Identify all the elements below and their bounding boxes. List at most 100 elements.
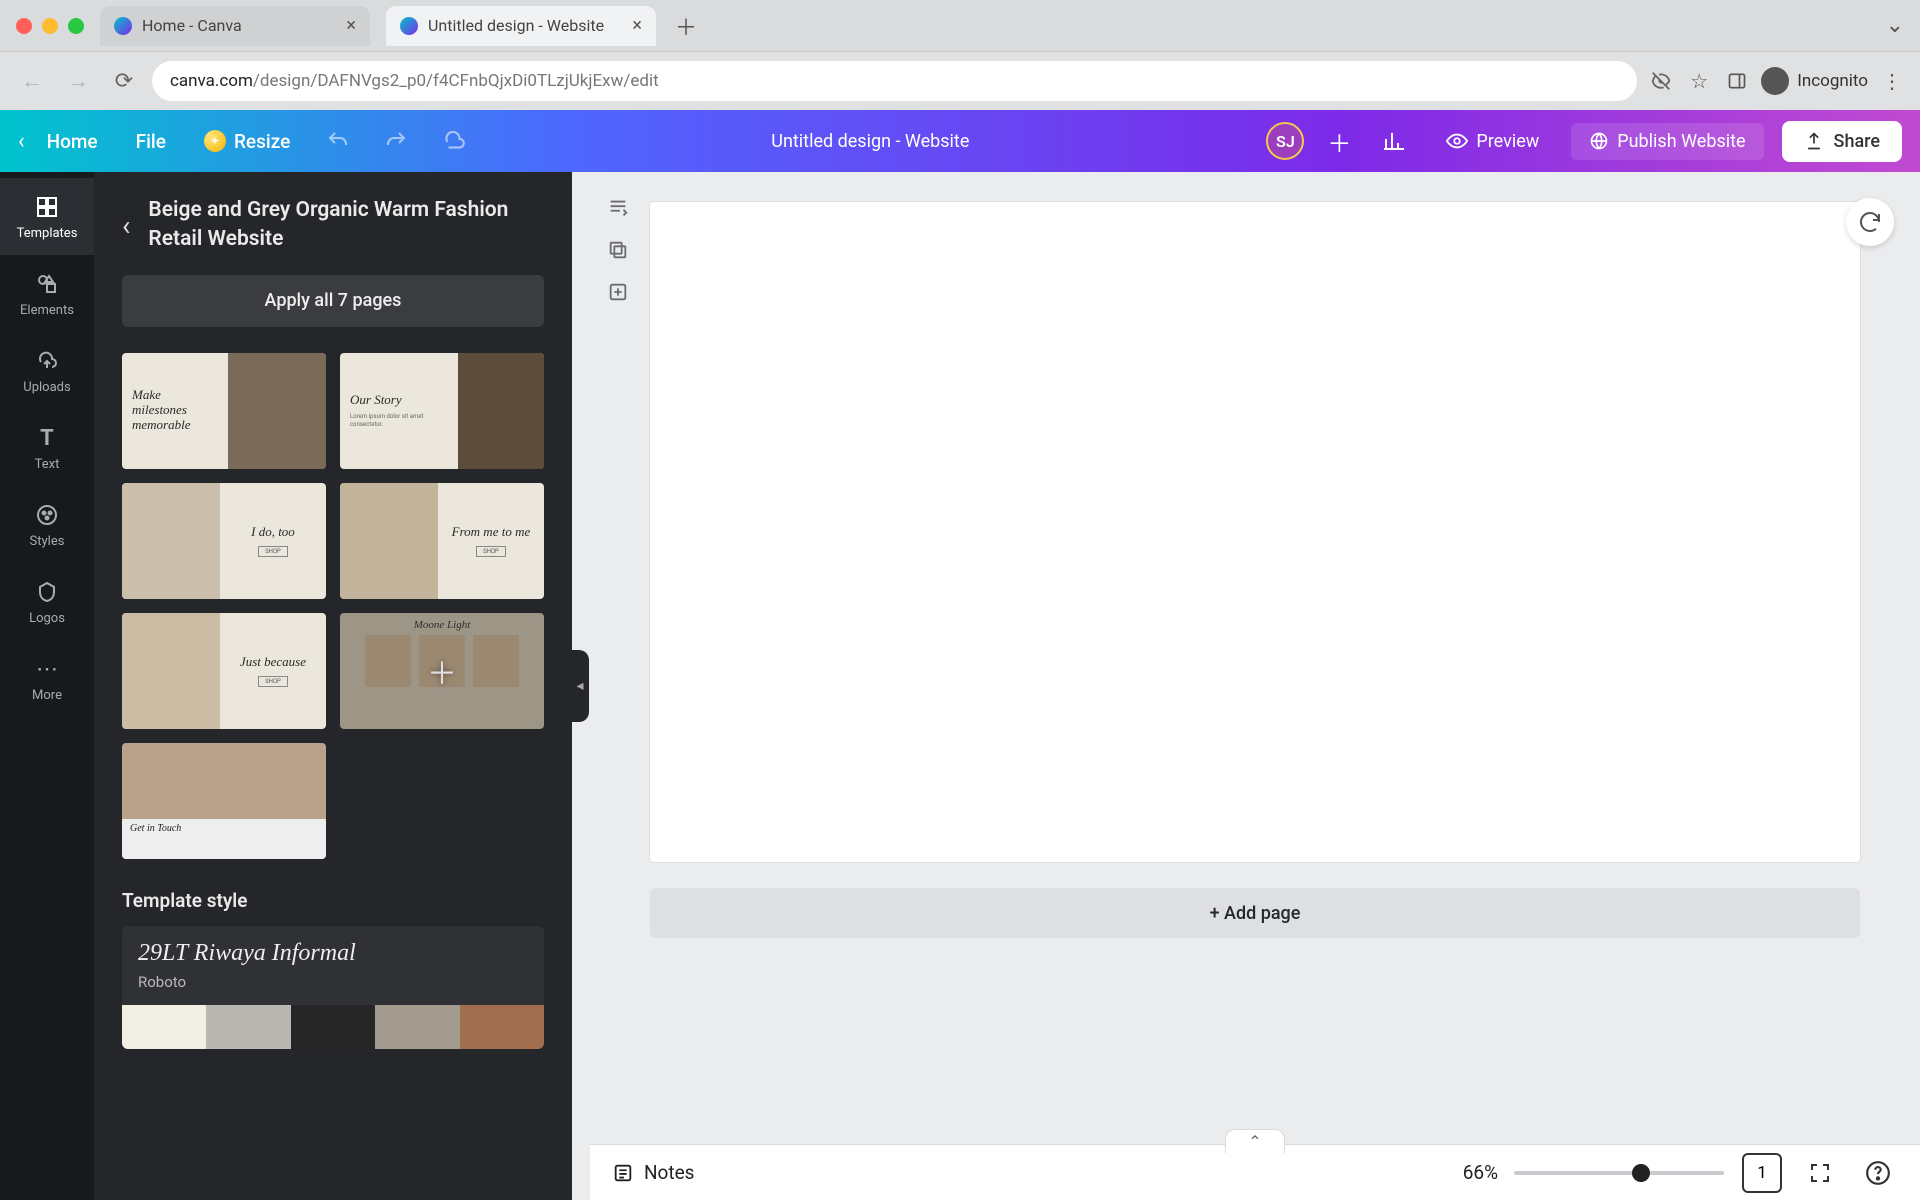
- browser-tab-title: Untitled design - Website: [428, 16, 622, 35]
- share-button[interactable]: Share: [1782, 121, 1902, 162]
- browser-tab-design[interactable]: Untitled design - Website ×: [386, 6, 656, 46]
- style-swatches: [122, 1005, 544, 1049]
- rail-text[interactable]: T Text: [0, 409, 94, 486]
- analytics-button[interactable]: [1374, 121, 1414, 161]
- thumb-caption: Our Story: [350, 393, 448, 408]
- rail-label: Text: [35, 457, 60, 472]
- pro-crown-icon: ✦: [204, 130, 226, 152]
- thumb-caption: Make milestones memorable: [132, 388, 218, 433]
- back-chevron-icon[interactable]: ‹: [18, 129, 25, 154]
- thumb-caption: Get in Touch: [130, 823, 318, 834]
- notes-button[interactable]: Notes: [612, 1161, 695, 1184]
- template-page-thumb-6[interactable]: Moone Light ＋: [340, 613, 544, 729]
- nav-back-button[interactable]: ←: [14, 63, 50, 99]
- resize-button[interactable]: ✦ Resize: [194, 122, 300, 161]
- collapse-panel-button[interactable]: ◂: [571, 650, 589, 722]
- template-page-thumb-4[interactable]: From me to me SHOP: [340, 483, 544, 599]
- publish-button[interactable]: Publish Website: [1571, 123, 1763, 160]
- add-page-button[interactable]: + Add page: [650, 888, 1860, 938]
- rail-styles[interactable]: Styles: [0, 486, 94, 563]
- thumb-caption: Just because: [230, 655, 316, 670]
- rail-label: Elements: [20, 303, 74, 318]
- cloud-sync-icon[interactable]: [434, 121, 474, 161]
- template-page-thumb-2[interactable]: Our Story Lorem ipsum dolor sit amet con…: [340, 353, 544, 469]
- home-button[interactable]: Home: [37, 122, 108, 161]
- add-page-icon[interactable]: [600, 274, 636, 310]
- browser-tab-title: Home - Canva: [142, 16, 336, 35]
- canvas-page[interactable]: [650, 202, 1860, 862]
- nav-forward-button[interactable]: →: [60, 63, 96, 99]
- notes-icon: [612, 1162, 634, 1184]
- zoom-percent[interactable]: 66%: [1463, 1161, 1498, 1184]
- eye-off-icon[interactable]: [1647, 67, 1675, 95]
- template-page-thumb-3[interactable]: I do, too SHOP: [122, 483, 326, 599]
- rail-more[interactable]: ⋯ More: [0, 640, 94, 717]
- publish-label: Publish Website: [1617, 131, 1745, 152]
- thumb-caption: I do, too: [230, 525, 316, 540]
- preview-label: Preview: [1476, 131, 1539, 152]
- template-style-heading: Template style: [122, 889, 544, 912]
- user-avatar[interactable]: SJ: [1266, 122, 1304, 160]
- bookmark-star-icon[interactable]: ☆: [1685, 67, 1713, 95]
- expand-timeline-button[interactable]: ⌃: [1225, 1129, 1285, 1153]
- rail-label: Uploads: [23, 380, 70, 395]
- apply-all-pages-button[interactable]: Apply all 7 pages: [122, 275, 544, 327]
- template-page-thumb-1[interactable]: Make milestones memorable: [122, 353, 326, 469]
- elements-icon: [34, 271, 60, 297]
- page-count-badge[interactable]: 1: [1742, 1153, 1782, 1193]
- nav-reload-button[interactable]: ⟳: [106, 63, 142, 99]
- close-icon[interactable]: ×: [632, 15, 642, 36]
- browser-tab-home[interactable]: Home - Canva ×: [100, 6, 370, 46]
- preview-button[interactable]: Preview: [1432, 122, 1553, 160]
- refresh-canvas-button[interactable]: [1846, 198, 1894, 246]
- rail-templates[interactable]: Templates: [0, 178, 94, 255]
- window-minimize-dot[interactable]: [42, 18, 58, 34]
- window-close-dot[interactable]: [16, 18, 32, 34]
- style-secondary-font: Roboto: [138, 973, 528, 991]
- help-button[interactable]: [1858, 1153, 1898, 1193]
- close-icon[interactable]: ×: [346, 15, 356, 36]
- color-swatch: [460, 1005, 544, 1049]
- rail-label: Templates: [17, 226, 78, 241]
- rail-uploads[interactable]: Uploads: [0, 332, 94, 409]
- url-path: /design/DAFNVgs2_p0/f4CFnbQjxDi0TLzjUkjE…: [253, 71, 659, 91]
- notes-toggle-icon[interactable]: [600, 190, 636, 226]
- template-page-thumb-7[interactable]: Get in Touch: [122, 743, 326, 859]
- url-host: canva.com: [170, 71, 253, 91]
- redo-button[interactable]: [376, 121, 416, 161]
- undo-button[interactable]: [318, 121, 358, 161]
- rail-label: Styles: [30, 534, 65, 549]
- panel-back-button[interactable]: ‹: [122, 209, 130, 242]
- styles-icon: [34, 502, 60, 528]
- thumb-caption: Moone Light: [340, 613, 544, 631]
- zoom-slider-thumb[interactable]: [1632, 1164, 1650, 1182]
- uploads-icon: [34, 348, 60, 374]
- eye-icon: [1446, 130, 1468, 152]
- window-maximize-dot[interactable]: [68, 18, 84, 34]
- fullscreen-button[interactable]: [1800, 1153, 1840, 1193]
- new-tab-button[interactable]: ＋: [672, 12, 700, 40]
- color-swatch: [122, 1005, 206, 1049]
- add-collaborator-button[interactable]: ＋: [1322, 124, 1356, 158]
- duplicate-page-icon[interactable]: [600, 232, 636, 268]
- rail-logos[interactable]: Logos: [0, 563, 94, 640]
- color-swatch: [375, 1005, 459, 1049]
- template-page-thumb-5[interactable]: Just because SHOP: [122, 613, 326, 729]
- logos-icon: [34, 579, 60, 605]
- notes-label: Notes: [644, 1161, 695, 1184]
- rail-elements[interactable]: Elements: [0, 255, 94, 332]
- panel-icon[interactable]: [1723, 67, 1751, 95]
- template-style-card[interactable]: 29LT Riwaya Informal Roboto: [122, 926, 544, 1049]
- text-icon: T: [34, 425, 60, 451]
- zoom-slider[interactable]: [1514, 1171, 1724, 1175]
- kebab-menu-icon[interactable]: ⋮: [1878, 67, 1906, 95]
- design-title[interactable]: Untitled design - Website: [492, 131, 1248, 152]
- canva-favicon-icon: [400, 17, 418, 35]
- file-menu-button[interactable]: File: [126, 122, 176, 161]
- upload-icon: [1804, 131, 1824, 151]
- color-swatch: [291, 1005, 375, 1049]
- share-label: Share: [1834, 131, 1880, 152]
- address-bar[interactable]: canva.com/design/DAFNVgs2_p0/f4CFnbQjxDi…: [152, 61, 1637, 101]
- incognito-avatar-icon: [1761, 67, 1789, 95]
- tabs-overflow-icon[interactable]: ⌄: [1886, 13, 1904, 38]
